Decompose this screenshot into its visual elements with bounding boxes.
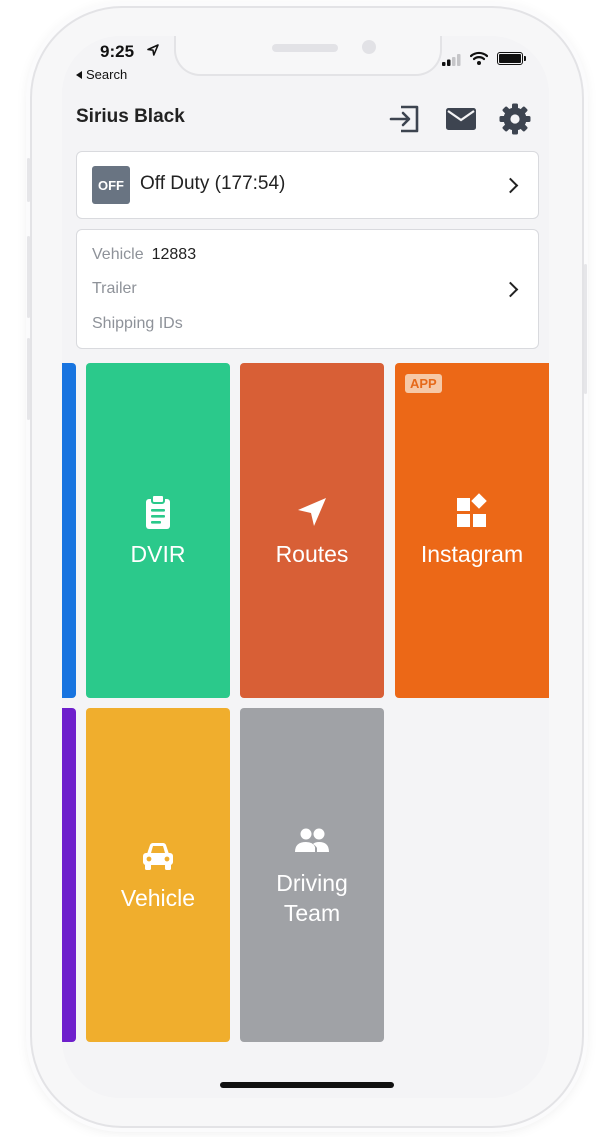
tile-routes[interactable]: Routes (240, 363, 384, 698)
home-indicator[interactable] (220, 1082, 394, 1088)
mail-icon[interactable] (444, 102, 478, 136)
chevron-right-icon (502, 281, 519, 298)
tile-instagram[interactable]: APP Instagram (395, 363, 549, 698)
phone-side-button (27, 338, 30, 420)
wifi-icon (470, 51, 488, 65)
back-label: Search (86, 67, 128, 82)
tile-label: DVIR (130, 540, 186, 567)
vehicle-row: Vehicle 12883 (92, 246, 196, 264)
notch (174, 36, 442, 76)
edge-tile-blue[interactable] (62, 363, 76, 698)
camera (362, 40, 376, 54)
duty-status-text: Off Duty (177:54) (140, 173, 286, 194)
tile-label: Vehicle (120, 885, 196, 911)
driver-name: Sirius Black (76, 106, 185, 127)
vehicle-info-card[interactable]: Vehicle 12883 Trailer Shipping IDs (76, 229, 539, 349)
vehicle-value: 12883 (151, 246, 197, 263)
cellular-signal-icon (442, 54, 461, 66)
tile-label: Driving Team (276, 870, 348, 926)
tile-dvir[interactable]: DVIR (86, 363, 230, 698)
back-to-search[interactable]: Search (76, 67, 127, 82)
phone-side-button (27, 236, 30, 318)
tile-driving-team[interactable]: Driving Team (240, 708, 384, 1042)
phone-power-button (584, 264, 587, 394)
people-icon (295, 828, 329, 852)
battery-icon (497, 52, 526, 65)
car-icon (143, 843, 173, 870)
phone-side-button (27, 158, 30, 202)
status-time: 9:25 (100, 42, 135, 61)
location-arrow-icon (147, 44, 159, 56)
vehicle-label: Vehicle (92, 246, 144, 263)
duty-status-badge: OFF (92, 166, 130, 204)
clipboard-icon (146, 493, 170, 529)
back-triangle-icon (76, 71, 82, 79)
shipping-ids-label: Shipping IDs (92, 315, 183, 332)
app-badge: APP (405, 374, 442, 393)
logout-icon[interactable] (388, 102, 422, 136)
duty-status-card[interactable]: OFF Off Duty (177:54) (76, 151, 539, 219)
tile-label: Routes (275, 540, 349, 567)
settings-gear-icon[interactable] (498, 102, 532, 136)
navigation-arrow-icon (298, 497, 326, 526)
tile-label: Instagram (420, 540, 524, 567)
app-screen: 9:25 Search Sirius Black OFF Off Duty (1… (62, 36, 549, 1098)
apps-widget-icon (457, 492, 487, 527)
tile-vehicle[interactable]: Vehicle (86, 708, 230, 1042)
chevron-right-icon (502, 177, 519, 194)
trailer-label: Trailer (92, 280, 137, 297)
speaker (272, 44, 338, 52)
edge-tile-purple[interactable] (62, 708, 76, 1042)
